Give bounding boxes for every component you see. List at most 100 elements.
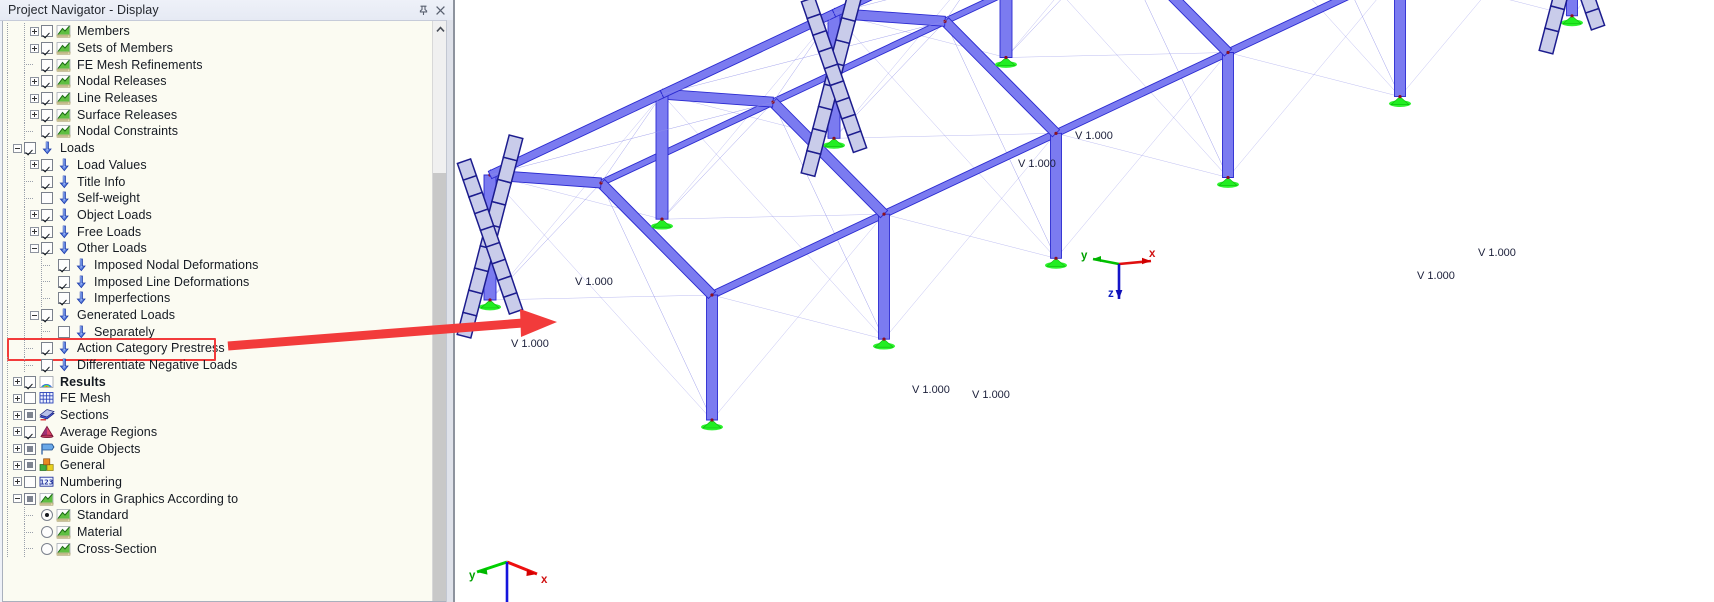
tree-item-guide-objects[interactable]: Guide Objects — [3, 440, 432, 457]
checkbox-checked[interactable] — [41, 92, 53, 105]
tree-item-surface-releases[interactable]: Surface Releases — [3, 106, 432, 124]
tree-item-imperfections[interactable]: Imperfections — [3, 290, 432, 307]
checkbox-checked[interactable] — [24, 142, 36, 155]
tree-item-sections[interactable]: Sections — [3, 406, 432, 424]
checkbox-partial[interactable] — [24, 492, 36, 505]
checkbox-checked[interactable] — [41, 75, 53, 88]
checkbox-unchecked[interactable] — [24, 392, 36, 405]
tree-item-colors-in-graphics-according-to[interactable]: Colors in Graphics According to — [3, 490, 432, 507]
tree-item-action-category-prestress[interactable]: Action Category Prestress — [3, 340, 432, 357]
checkbox-checked[interactable] — [41, 58, 53, 71]
tree-viewport[interactable]: Members Sets of Members FE Mesh Refinement… — [3, 21, 432, 601]
tree-item-loads[interactable]: Loads — [3, 139, 432, 157]
expand-icon[interactable] — [30, 160, 39, 170]
checkbox-partial[interactable] — [24, 459, 36, 472]
tree-item-label: Cross-Section — [77, 541, 157, 556]
expand-icon[interactable] — [13, 393, 22, 403]
checkbox-checked[interactable] — [41, 359, 53, 372]
collapse-icon[interactable] — [13, 143, 22, 153]
expand-icon[interactable] — [30, 110, 39, 120]
pin-icon[interactable] — [415, 2, 432, 19]
checkbox-checked[interactable] — [41, 158, 53, 171]
checkbox-unchecked[interactable] — [41, 192, 53, 205]
checkbox-checked[interactable] — [41, 242, 53, 255]
tree-guide-line — [24, 306, 25, 324]
tree-item-imposed-line-deformations[interactable]: Imposed Line Deformations — [3, 273, 432, 290]
checkbox-checked[interactable] — [41, 42, 53, 55]
tree-item-sets-of-members[interactable]: Sets of Members — [3, 39, 432, 57]
collapse-icon[interactable] — [30, 310, 39, 320]
tree-item-fe-mesh[interactable]: FE Mesh — [3, 390, 432, 407]
tree-guide-line — [24, 206, 25, 224]
collapse-icon[interactable] — [30, 243, 39, 253]
checkbox-checked[interactable] — [41, 125, 53, 138]
checkbox-checked[interactable] — [41, 342, 53, 355]
tree-item-object-loads[interactable]: Object Loads — [3, 206, 432, 224]
tree-item-line-releases[interactable]: Line Releases — [3, 89, 432, 107]
radio-unselected[interactable] — [41, 525, 53, 538]
checkbox-checked[interactable] — [41, 225, 53, 238]
tree-item-nodal-releases[interactable]: Nodal Releases — [3, 73, 432, 90]
tree-item-imposed-nodal-deformations[interactable]: Imposed Nodal Deformations — [3, 256, 432, 274]
expand-icon[interactable] — [13, 477, 22, 487]
expand-icon[interactable] — [30, 43, 39, 53]
expand-icon[interactable] — [13, 460, 22, 470]
checkbox-checked[interactable] — [41, 309, 53, 322]
checkbox-unchecked[interactable] — [24, 475, 36, 488]
expand-icon[interactable] — [30, 76, 39, 86]
expand-icon[interactable] — [13, 410, 22, 420]
checkbox-checked[interactable] — [24, 425, 36, 438]
checkbox-checked[interactable] — [58, 258, 70, 271]
tree-item-load-values[interactable]: Load Values — [3, 156, 432, 174]
collapse-icon[interactable] — [13, 494, 22, 504]
tree-guide-line — [7, 189, 8, 207]
checkbox-checked[interactable] — [41, 175, 53, 188]
checkbox-checked[interactable] — [58, 275, 70, 288]
checkbox-partial[interactable] — [24, 409, 36, 422]
tree-item-cross-section[interactable]: Cross-Section — [3, 540, 432, 557]
expand-icon[interactable] — [13, 427, 22, 437]
checkbox-checked[interactable] — [58, 292, 70, 305]
expand-icon[interactable] — [30, 93, 39, 103]
model-value-label: V 1.000 — [972, 389, 1010, 401]
checkbox-checked[interactable] — [41, 108, 53, 121]
display-navigator-tree[interactable]: Members Sets of Members FE Mesh Refinement… — [3, 21, 432, 557]
checkbox-unchecked[interactable] — [58, 325, 70, 338]
tree-item-members[interactable]: Members — [3, 23, 432, 40]
tree-item-general[interactable]: General — [3, 456, 432, 474]
tree-item-differentiate-negative-loads[interactable]: Differentiate Negative Loads — [3, 356, 432, 374]
tree-item-title-info[interactable]: Title Info — [3, 173, 432, 190]
tree-item-results[interactable]: Results — [3, 373, 432, 391]
load-arrow-icon — [56, 358, 72, 372]
radio-unselected[interactable] — [41, 542, 53, 555]
panel-outer-scroll[interactable] — [446, 20, 453, 602]
tree-item-self-weight[interactable]: Self-weight — [3, 189, 432, 207]
model-3d-viewport[interactable]: x y z x y V 1.000 V 1.000 V 1.000 V 1.000 V … — [453, 0, 1714, 602]
tree-item-standard[interactable]: Standard — [3, 506, 432, 524]
tree-item-free-loads[interactable]: Free Loads — [3, 223, 432, 240]
tree-guide-line — [7, 390, 8, 407]
radio-selected[interactable] — [41, 509, 53, 522]
tree-item-label: Results — [60, 374, 106, 389]
checkbox-checked[interactable] — [24, 375, 36, 388]
expand-icon[interactable] — [13, 377, 22, 387]
checkbox-partial[interactable] — [24, 442, 36, 455]
tree-item-generated-loads[interactable]: Generated Loads — [3, 306, 432, 324]
expand-icon[interactable] — [30, 26, 39, 36]
tree-item-label: Surface Releases — [77, 107, 178, 122]
tree-item-other-loads[interactable]: Other Loads — [3, 239, 432, 257]
tree-item-nodal-constraints[interactable]: Nodal Constraints — [3, 123, 432, 140]
tree-item-numbering[interactable]: 123 Numbering — [3, 473, 432, 491]
checkbox-checked[interactable] — [41, 208, 53, 221]
expand-icon[interactable] — [30, 227, 39, 237]
expand-icon[interactable] — [13, 444, 22, 454]
tree-item-separately[interactable]: Separately — [3, 323, 432, 341]
tree-item-average-regions[interactable]: Average Regions — [3, 423, 432, 441]
tree-guide-line — [7, 373, 8, 391]
checkbox-checked[interactable] — [41, 25, 53, 38]
tree-item-material[interactable]: Material — [3, 523, 432, 541]
chart-green-icon — [56, 91, 72, 105]
tree-item-fe-mesh-refinements[interactable]: FE Mesh Refinements — [3, 56, 432, 74]
close-icon[interactable] — [432, 2, 449, 19]
expand-icon[interactable] — [30, 210, 39, 220]
